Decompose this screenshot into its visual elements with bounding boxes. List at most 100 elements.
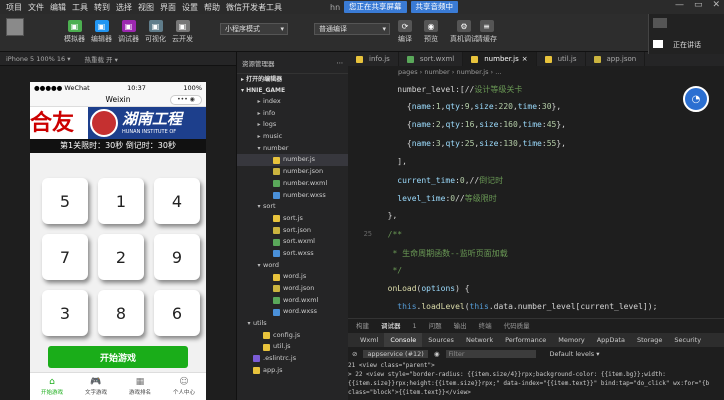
number-tile[interactable]: 1 [98, 178, 144, 224]
close-icon[interactable]: ✕ [712, 0, 720, 10]
toolbar-button-3[interactable]: ▣ 可视化 [145, 20, 166, 44]
tree-item[interactable]: sort.json [237, 225, 348, 237]
panel-tab-0[interactable]: 构建 [356, 319, 369, 333]
menu-item-9[interactable]: 帮助 [204, 2, 220, 13]
tree-item[interactable]: word.js [237, 271, 348, 283]
editor-tab-0[interactable]: info.js [348, 52, 399, 66]
toolbar-right-button-3[interactable]: ≡ 清缓存 [476, 20, 497, 44]
tree-item[interactable]: ▾ word [237, 260, 348, 272]
editor-tab-3[interactable]: util.js [537, 52, 586, 66]
compile-select[interactable]: 普通编译 [314, 23, 390, 35]
start-game-button[interactable]: 开始游戏 [48, 346, 188, 368]
mode-select[interactable]: 小程序模式 [220, 23, 288, 35]
console-tab-6[interactable]: AppData [591, 333, 631, 347]
menu-item-1[interactable]: 文件 [28, 2, 44, 13]
toolbar-button-0[interactable]: ▣ 模拟器 [64, 20, 85, 44]
clear-console-icon[interactable]: ⊘ [352, 350, 357, 358]
tree-item[interactable]: ▾ sort [237, 201, 348, 213]
tree-item[interactable]: ▸ logs [237, 119, 348, 131]
tab-3[interactable]: ☺ 个人中心 [162, 373, 206, 400]
menu-item-3[interactable]: 工具 [72, 2, 88, 13]
menu-item-4[interactable]: 转到 [94, 2, 110, 13]
device-select[interactable]: iPhone 5 100% 16 ▾ [6, 55, 70, 63]
tree-item[interactable]: word.wxml [237, 295, 348, 307]
tree-item[interactable]: .eslintrc.js [237, 353, 348, 365]
menu-item-6[interactable]: 视图 [138, 2, 154, 13]
panel-tab-1[interactable]: 调试器 [381, 319, 401, 333]
console-tab-4[interactable]: Performance [499, 333, 552, 347]
tab-2[interactable]: ▦ 游戏排名 [118, 373, 162, 400]
levels-select[interactable]: Default levels ▾ [550, 350, 600, 358]
tree-item[interactable]: number.wxml [237, 178, 348, 190]
context-select[interactable]: appservice (#12) [363, 350, 428, 358]
console-tab-0[interactable]: Wxml [354, 333, 384, 347]
tree-item[interactable]: app.js [237, 365, 348, 377]
more-icon[interactable]: ⋯ [337, 59, 344, 67]
toolbar-button-1[interactable]: ▣ 编辑器 [91, 20, 112, 44]
capsule-button[interactable]: ••• ◉ [170, 95, 202, 105]
editor-tab-4[interactable]: app.json [586, 52, 646, 66]
console-tab-7[interactable]: Storage [631, 333, 668, 347]
tree-item[interactable]: config.js [237, 330, 348, 342]
menu-item-10[interactable]: 微信开发者工具 [226, 2, 282, 13]
tree-item[interactable]: word.wxss [237, 306, 348, 318]
share-banner-item-0[interactable]: 您正在共享屏幕 [344, 1, 407, 13]
tree-item[interactable]: ▾ number [237, 143, 348, 155]
panel-tab-3[interactable]: 问题 [429, 319, 442, 333]
console-tab-8[interactable]: Security [668, 333, 707, 347]
menu-item-0[interactable]: 项目 [6, 2, 22, 13]
open-editors-section[interactable]: ▸ 打开的编辑器 [237, 74, 348, 85]
number-tile[interactable]: 2 [98, 234, 144, 280]
number-tile[interactable]: 9 [154, 234, 200, 280]
tree-item[interactable]: util.js [237, 341, 348, 353]
tree-item[interactable]: ▸ index [237, 96, 348, 108]
panel-tab-5[interactable]: 终端 [479, 319, 492, 333]
panel-tab-4[interactable]: 输出 [454, 319, 467, 333]
panel-tab-2[interactable]: 1 [413, 319, 417, 333]
avatar[interactable] [6, 18, 24, 36]
console-tab-1[interactable]: Console [384, 333, 423, 347]
code-editor[interactable]: number_level:[//设计等级关卡 {name:1,qty:9,siz… [348, 78, 724, 318]
tree-item[interactable]: sort.wxss [237, 248, 348, 260]
tree-item[interactable]: word.json [237, 283, 348, 295]
toolbar-button-2[interactable]: ▣ 调试器 [118, 20, 139, 44]
maximize-icon[interactable]: ▭ [694, 0, 703, 10]
tree-item[interactable]: number.js [237, 154, 348, 167]
toolbar-right-button-2[interactable]: ⚙ 真机调试 [450, 20, 478, 44]
project-section[interactable]: ▾ HNIE_GAME [237, 85, 348, 96]
tree-item[interactable]: number.json [237, 166, 348, 178]
assistant-bubble-icon[interactable]: ◔ [683, 86, 709, 112]
toolbar-right-button-0[interactable]: ⟳ 编译 [398, 20, 412, 44]
number-tile[interactable]: 3 [42, 290, 88, 336]
menu-item-8[interactable]: 设置 [182, 2, 198, 13]
console-tab-2[interactable]: Sources [422, 333, 460, 347]
menu-item-7[interactable]: 界面 [160, 2, 176, 13]
hot-reload-select[interactable]: 热重载 开 ▾ [84, 54, 117, 64]
minimize-icon[interactable]: — [675, 0, 684, 10]
number-tile[interactable]: 4 [154, 178, 200, 224]
tree-item[interactable]: ▸ music [237, 131, 348, 143]
tab-0[interactable]: ⌂ 开始游戏 [30, 373, 74, 400]
menu-item-2[interactable]: 编辑 [50, 2, 66, 13]
tree-item[interactable]: sort.wxml [237, 236, 348, 248]
console-tab-5[interactable]: Memory [552, 333, 590, 347]
editor-tab-2[interactable]: number.js × [463, 52, 537, 66]
close-tab-icon[interactable]: × [522, 52, 528, 66]
tree-item[interactable]: ▾ utils [237, 318, 348, 330]
editor-tab-1[interactable]: sort.wxml [399, 52, 464, 66]
number-tile[interactable]: 6 [154, 290, 200, 336]
panel-tab-6[interactable]: 代码质量 [504, 319, 530, 333]
filter-input[interactable]: Filter [445, 350, 536, 358]
number-tile[interactable]: 5 [42, 178, 88, 224]
toolbar-right-button-1[interactable]: ◉ 预览 [424, 20, 438, 44]
number-tile[interactable]: 8 [98, 290, 144, 336]
toolbar-button-4[interactable]: ▣ 云开发 [172, 20, 193, 44]
eye-icon[interactable]: ◉ [434, 350, 440, 358]
share-banner-item-1[interactable]: 共享音频中 [410, 1, 458, 13]
number-tile[interactable]: 7 [42, 234, 88, 280]
tree-item[interactable]: number.wxss [237, 190, 348, 202]
console-tab-3[interactable]: Network [460, 333, 499, 347]
menu-item-5[interactable]: 选择 [116, 2, 132, 13]
tree-item[interactable]: ▸ info [237, 108, 348, 120]
tree-item[interactable]: sort.js [237, 213, 348, 225]
